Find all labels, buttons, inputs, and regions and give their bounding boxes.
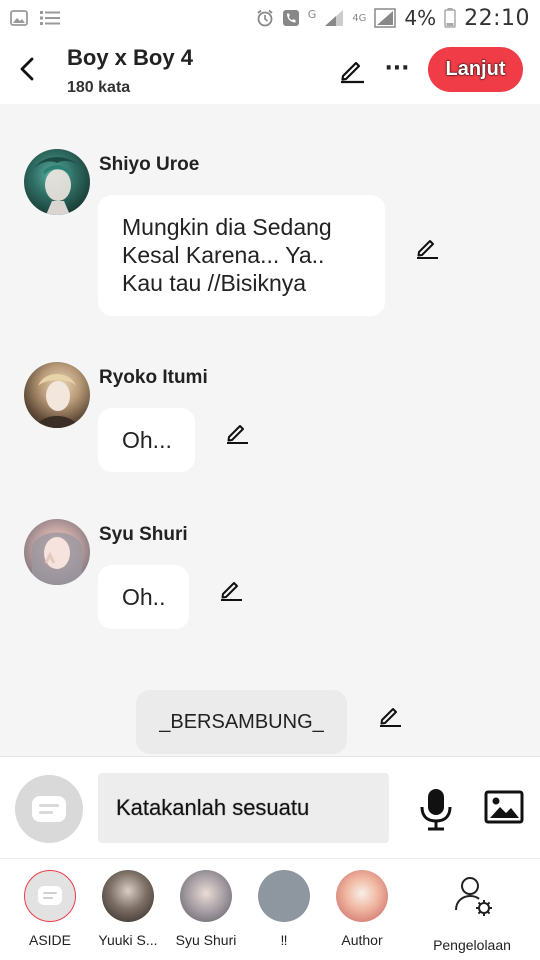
edit-message-pencil-icon[interactable] [415,235,439,259]
character-label: Author [341,932,383,948]
edit-title-pencil-icon[interactable] [338,56,366,84]
battery-icon [444,8,456,28]
message-input-bar [0,756,540,858]
narration-bubble[interactable]: _BERSAMBUNG_ [136,690,347,754]
aside-avatar [24,870,76,922]
character-yuuki[interactable]: Yuuki S... [83,870,173,948]
character-label: ‼ [280,932,288,948]
avatar [258,870,310,922]
message-bubble[interactable]: Oh... [98,408,195,472]
battery-percent: 4% [404,6,437,30]
signal-icon [325,10,344,26]
image-picker-icon[interactable] [484,789,524,825]
sender-name: Ryoko Itumi [99,367,208,388]
clock: 22:10 [464,5,530,31]
story-header: Boy x Boy 4 180 kata ··· Lanjut [0,36,540,104]
more-options-icon[interactable]: ··· [384,56,410,84]
gallery-notification-icon [10,10,28,26]
manage-characters-button[interactable]: Pengelolaan [422,870,522,953]
sender-name: Shiyo Uroe [99,154,200,175]
avatar[interactable] [24,362,90,428]
character-aside[interactable]: ASIDE [5,870,95,948]
next-button[interactable]: Lanjut [428,47,523,92]
edit-narration-pencil-icon[interactable] [378,703,402,727]
back-chevron-icon[interactable] [14,54,42,84]
message-bubble[interactable]: Oh.. [98,565,189,629]
character-selector-bar: ASIDE Yuuki S... Syu Shuri ‼ Author Peng… [0,858,540,960]
message-bubble[interactable]: Mungkin dia Sedang Kesal Karena... Ya.. … [98,195,385,316]
character-label: Pengelolaan [433,937,511,953]
call-icon [282,10,299,26]
manage-users-icon [455,877,492,916]
character-label: Yuuki S... [98,932,158,948]
message-input[interactable] [98,773,389,843]
chat-bubble-icon [38,886,62,905]
character-label: Syu Shuri [175,932,237,948]
character-syu-shuri[interactable]: Syu Shuri [161,870,251,948]
list-notification-icon [40,11,60,25]
microphone-icon[interactable] [418,787,454,831]
character-unnamed[interactable]: ‼ [239,870,329,948]
status-bar: G 4G 4% 22:10 [0,0,540,36]
sender-name: Syu Shuri [99,524,188,545]
page-title: Boy x Boy 4 [67,45,193,70]
character-label: ASIDE [28,932,71,948]
chat-bubble-icon [32,796,66,822]
avatar [336,870,388,922]
network-type-label: G [307,7,317,21]
edit-message-pencil-icon[interactable] [219,577,243,601]
edit-message-pencil-icon[interactable] [225,420,249,444]
word-count: 180 kata [67,79,131,96]
avatar [180,870,232,922]
character-author[interactable]: Author [317,870,407,948]
network-4g-label: 4G [352,12,367,24]
avatar [102,870,154,922]
signal-4g-icon [374,8,397,28]
avatar[interactable] [24,149,90,215]
aside-toggle-button[interactable] [15,775,83,843]
avatar[interactable] [24,519,90,585]
alarm-icon [257,9,273,27]
